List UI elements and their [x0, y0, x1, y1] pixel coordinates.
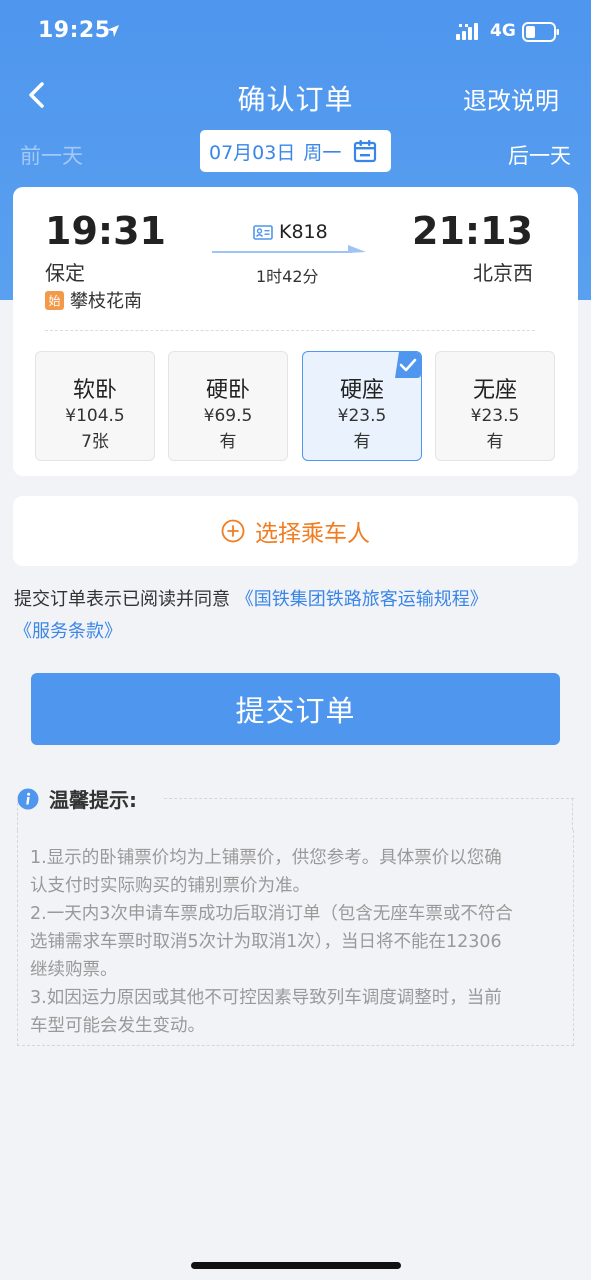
railway-rules-link[interactable]: 《国铁集团铁路旅客运输规程》: [236, 589, 488, 610]
tips-content: 1.显示的卧铺票价均为上铺票价，供您参考。具体票价以您确 认支付时实际购买的铺别…: [17, 830, 574, 1046]
submit-order-button[interactable]: 提交订单: [31, 673, 560, 745]
seat-type-grid: 软卧 ¥104.5 7张 硬卧 ¥69.5 有 硬座 ¥23.5 有 无座 ¥2…: [35, 351, 555, 461]
date-picker-button[interactable]: 07月03日 周一: [200, 130, 391, 172]
agreement-text: 提交订单表示已阅读并同意 《国铁集团铁路旅客运输规程》《服务条款》: [14, 584, 579, 648]
date-selector: 前一天 07月03日 周一 后一天: [0, 128, 591, 174]
seat-availability: 有: [219, 432, 237, 452]
seat-availability: 有: [486, 432, 504, 452]
network-label: 4G: [490, 21, 516, 41]
plus-circle-icon: [221, 519, 245, 543]
train-number-row[interactable]: K818: [253, 221, 328, 243]
next-day-button[interactable]: 后一天: [508, 140, 571, 170]
seat-option-soft-sleeper[interactable]: 软卧 ¥104.5 7张: [35, 351, 155, 461]
tips-header: 温馨提示:: [17, 784, 137, 813]
seat-availability: 有: [353, 432, 371, 452]
tips-border-top: [164, 798, 574, 799]
seat-price: ¥69.5: [203, 406, 253, 426]
service-terms-link[interactable]: 《服务条款》: [14, 621, 122, 642]
arrival-station: 北京西: [473, 261, 533, 285]
origin-station: 攀枝花南: [70, 291, 142, 312]
seat-option-hard-sleeper[interactable]: 硬卧 ¥69.5 有: [168, 351, 288, 461]
direction-arrow-icon: [212, 245, 366, 253]
train-number: K818: [279, 221, 328, 243]
home-indicator[interactable]: [191, 1262, 401, 1269]
info-icon: [17, 788, 39, 809]
tip-line: 1.显示的卧铺票价均为上铺票价，供您参考。具体票价以您确: [30, 848, 502, 868]
status-time: 19:25: [38, 18, 111, 43]
train-info-card: 19:31 保定 始 攀枝花南 K818 1时42分 21:13 北京西 软卧 …: [13, 187, 578, 476]
seat-price: ¥104.5: [65, 406, 125, 426]
trip-duration: 1时42分: [256, 267, 319, 286]
departure-station: 保定: [45, 261, 85, 285]
tips-border-left: [17, 798, 18, 830]
origin-badge: 始: [45, 290, 64, 310]
seat-option-hard-seat[interactable]: 硬座 ¥23.5 有: [302, 351, 422, 461]
tips-border-right: [572, 798, 573, 830]
selected-weekday: 周一: [303, 141, 342, 164]
tip-line: 3.如因运力原因或其他不可控因素导致列车调度调整时，当前: [30, 988, 502, 1008]
tips-title: 温馨提示:: [49, 788, 137, 812]
signal-bars-icon: [456, 23, 478, 40]
origin-station-row: 始 攀枝花南: [45, 287, 142, 313]
tip-line: 2.一天内3次申请车票成功后取消订单（包含无座车票或不符合: [30, 904, 513, 924]
seat-price: ¥23.5: [337, 406, 387, 426]
agreement-prefix: 提交订单表示已阅读并同意: [14, 589, 230, 610]
seat-availability: 7张: [81, 432, 109, 452]
tip-line: 认支付时实际购买的铺别票价为准。: [30, 876, 310, 896]
seat-name: 硬卧: [205, 378, 250, 403]
departure-time: 19:31: [45, 209, 166, 253]
prev-day-button[interactable]: 前一天: [20, 140, 83, 170]
refund-change-info-link[interactable]: 退改说明: [463, 81, 559, 116]
tip-line: 继续购票。: [30, 960, 118, 980]
seat-option-standing[interactable]: 无座 ¥23.5 有: [435, 351, 555, 461]
dashed-divider: [45, 330, 535, 331]
selected-date: 07月03日: [209, 141, 296, 164]
seat-name: 软卧: [72, 378, 117, 403]
tip-line: 车型可能会发生变动。: [30, 1016, 205, 1036]
tip-line: 选铺需求车票时取消5次计为取消1次），当日将不能在12306: [30, 932, 502, 952]
id-card-icon: [253, 224, 273, 240]
nav-bar: 确认订单 退改说明: [0, 66, 591, 126]
select-passenger-label: 选择乘车人: [255, 521, 370, 547]
battery-icon: [522, 22, 559, 42]
select-passenger-button[interactable]: 选择乘车人: [13, 496, 578, 566]
location-arrow-icon: [107, 25, 119, 37]
selected-check-icon: [395, 352, 421, 378]
calendar-icon: [354, 140, 377, 163]
arrival-time: 21:13: [412, 209, 533, 253]
seat-name: 无座: [472, 378, 517, 403]
seat-price: ¥23.5: [470, 406, 520, 426]
status-bar: 19:25 4G: [0, 0, 591, 64]
